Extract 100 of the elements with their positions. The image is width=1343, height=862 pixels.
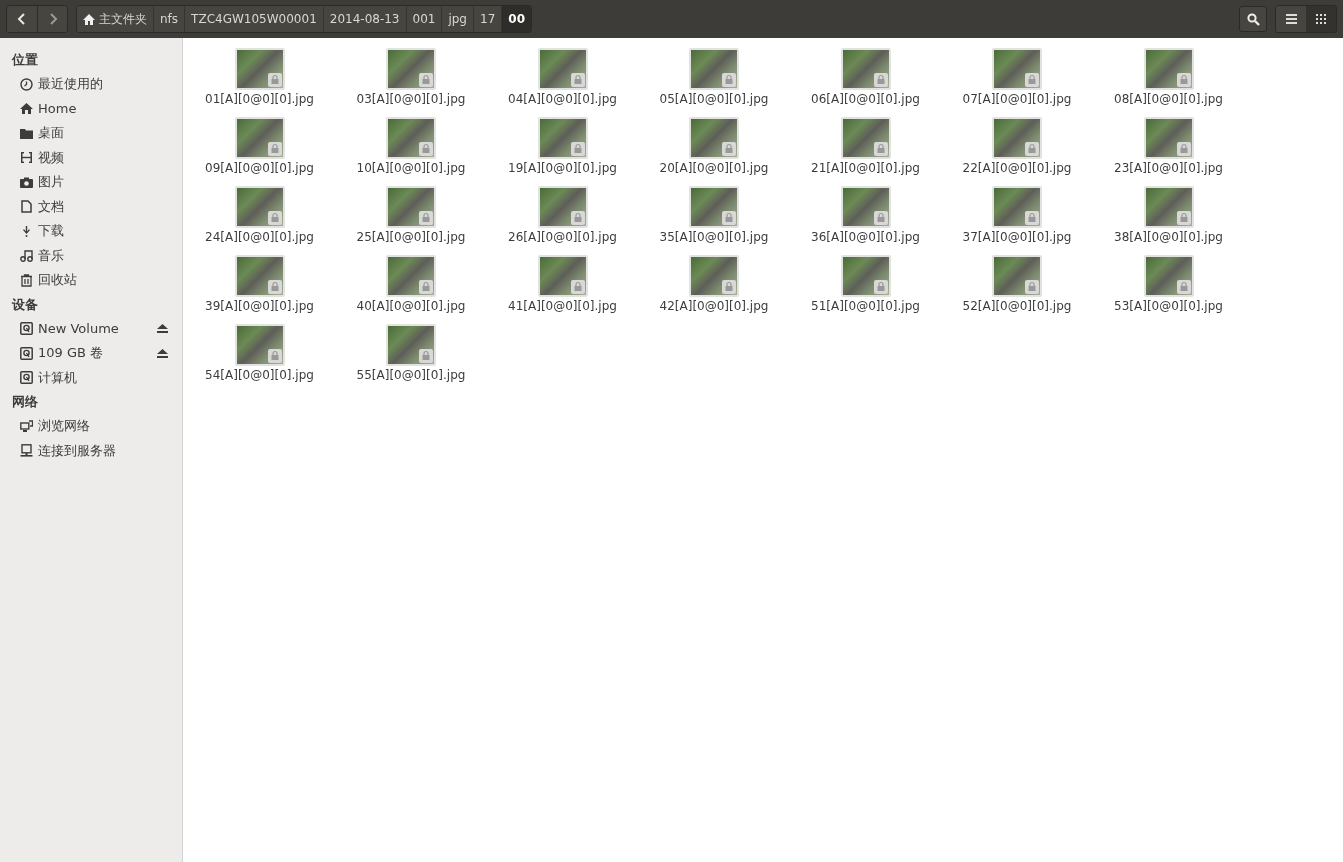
download-icon — [20, 224, 33, 238]
file-name: 25[A][0@0][0].jpg — [356, 230, 466, 244]
file-name: 04[A][0@0][0].jpg — [508, 92, 617, 106]
back-button[interactable] — [7, 6, 37, 32]
search-icon — [1246, 12, 1260, 26]
grid-view-button[interactable] — [1306, 6, 1336, 32]
sidebar-item[interactable]: 109 GB 卷 — [0, 341, 182, 366]
file-item[interactable]: 52[A][0@0][0].jpg — [954, 255, 1080, 324]
file-name: 07[A][0@0][0].jpg — [962, 92, 1072, 106]
sidebar-item-label: 文档 — [38, 197, 65, 216]
grid-icon — [1316, 14, 1326, 24]
sidebar-item[interactable]: 视频 — [0, 145, 182, 170]
file-name: 40[A][0@0][0].jpg — [356, 299, 466, 313]
sidebar-item[interactable]: New Volume — [0, 316, 182, 341]
file-item[interactable]: 25[A][0@0][0].jpg — [348, 186, 474, 255]
file-name: 06[A][0@0][0].jpg — [811, 92, 920, 106]
sidebar-item-label: 最近使用的 — [38, 75, 104, 94]
sidebar-item[interactable]: 文档 — [0, 194, 182, 219]
music-icon — [20, 249, 33, 263]
forward-button[interactable] — [37, 6, 67, 32]
camera-icon — [20, 175, 33, 189]
file-name: 52[A][0@0][0].jpg — [962, 299, 1072, 313]
search-button[interactable] — [1239, 6, 1267, 32]
sidebar-item-label: 视频 — [38, 148, 65, 167]
file-name: 19[A][0@0][0].jpg — [508, 161, 617, 175]
file-item[interactable]: 19[A][0@0][0].jpg — [500, 117, 625, 186]
file-item[interactable]: 54[A][0@0][0].jpg — [197, 324, 322, 393]
file-item[interactable]: 51[A][0@0][0].jpg — [803, 255, 928, 324]
section-heading: 网络 — [11, 393, 39, 411]
sidebar-item-label: 浏览网络 — [38, 417, 91, 436]
sidebar-item[interactable]: 回收站 — [0, 268, 182, 293]
file-name: 41[A][0@0][0].jpg — [508, 299, 617, 313]
file-item[interactable]: 10[A][0@0][0].jpg — [348, 117, 474, 186]
eject-icon[interactable] — [157, 348, 168, 358]
file-name: 39[A][0@0][0].jpg — [205, 299, 314, 313]
file-name: 54[A][0@0][0].jpg — [205, 368, 314, 382]
file-item[interactable]: 35[A][0@0][0].jpg — [651, 186, 777, 255]
sidebar-item[interactable]: 浏览网络 — [0, 414, 182, 439]
file-item[interactable]: 03[A][0@0][0].jpg — [348, 48, 474, 117]
clock-icon — [20, 77, 33, 91]
file-item[interactable]: 22[A][0@0][0].jpg — [954, 117, 1080, 186]
monitor-icon — [20, 444, 33, 458]
sidebar-item-label: 音乐 — [38, 246, 65, 265]
sidebar-item-label: 109 GB 卷 — [38, 344, 105, 363]
file-item[interactable]: 55[A][0@0][0].jpg — [348, 324, 474, 393]
file-name: 53[A][0@0][0].jpg — [1114, 299, 1223, 313]
folder-icon — [20, 126, 33, 140]
file-item[interactable]: 40[A][0@0][0].jpg — [348, 255, 474, 324]
file-name: 51[A][0@0][0].jpg — [811, 299, 920, 313]
breadcrumb-button[interactable]: 00 — [501, 6, 531, 32]
sidebar-item-label: Home — [38, 101, 78, 117]
file-item[interactable]: 06[A][0@0][0].jpg — [803, 48, 928, 117]
sidebar-item[interactable]: Home — [0, 96, 182, 121]
file-item[interactable]: 01[A][0@0][0].jpg — [197, 48, 322, 117]
file-item[interactable]: 39[A][0@0][0].jpg — [197, 255, 322, 324]
file-item[interactable]: 38[A][0@0][0].jpg — [1106, 186, 1231, 255]
sidebar-item-label: 计算机 — [38, 368, 78, 387]
file-name: 10[A][0@0][0].jpg — [356, 161, 466, 175]
sidebar-item-label: 连接到服务器 — [38, 441, 117, 460]
file-item[interactable]: 07[A][0@0][0].jpg — [954, 48, 1080, 117]
file-name: 38[A][0@0][0].jpg — [1114, 230, 1223, 244]
file-item[interactable]: 09[A][0@0][0].jpg — [197, 117, 322, 186]
file-item[interactable]: 20[A][0@0][0].jpg — [651, 117, 777, 186]
file-name: 23[A][0@0][0].jpg — [1114, 161, 1223, 175]
file-name: 36[A][0@0][0].jpg — [811, 230, 920, 244]
sidebar-item[interactable]: 音乐 — [0, 243, 182, 268]
eject-icon[interactable] — [157, 324, 168, 334]
file-item[interactable]: 53[A][0@0][0].jpg — [1106, 255, 1231, 324]
file-name: 09[A][0@0][0].jpg — [205, 161, 314, 175]
sidebar-item-label: 图片 — [38, 173, 65, 192]
list-view-button[interactable] — [1276, 6, 1306, 32]
home-icon — [83, 13, 95, 25]
file-item[interactable]: 41[A][0@0][0].jpg — [500, 255, 625, 324]
sidebar-item[interactable]: 最近使用的 — [0, 72, 182, 97]
sidebar-item[interactable]: 连接到服务器 — [0, 438, 182, 463]
file-item[interactable]: 04[A][0@0][0].jpg — [500, 48, 625, 117]
file-item[interactable]: 21[A][0@0][0].jpg — [803, 117, 928, 186]
sidebar-item[interactable]: 计算机 — [0, 365, 182, 390]
file-name: 01[A][0@0][0].jpg — [205, 92, 314, 106]
file-item[interactable]: 24[A][0@0][0].jpg — [197, 186, 322, 255]
file-name: 35[A][0@0][0].jpg — [659, 230, 769, 244]
film-icon — [20, 151, 33, 165]
home-icon — [20, 102, 33, 116]
drive-icon — [20, 371, 33, 385]
file-name: 03[A][0@0][0].jpg — [356, 92, 466, 106]
file-item[interactable]: 26[A][0@0][0].jpg — [500, 186, 625, 255]
file-item[interactable]: 42[A][0@0][0].jpg — [651, 255, 777, 324]
sidebar-item[interactable]: 桌面 — [0, 121, 182, 146]
file-item[interactable]: 23[A][0@0][0].jpg — [1106, 117, 1231, 186]
sidebar-item[interactable]: 图片 — [0, 170, 182, 195]
network-icon — [20, 419, 33, 433]
file-item[interactable]: 05[A][0@0][0].jpg — [651, 48, 777, 117]
file-item[interactable]: 37[A][0@0][0].jpg — [954, 186, 1080, 255]
section-heading: 位置 — [10, 51, 39, 69]
sidebar-item-label: 回收站 — [38, 271, 78, 290]
file-item[interactable]: 08[A][0@0][0].jpg — [1106, 48, 1231, 117]
file-item[interactable]: 36[A][0@0][0].jpg — [803, 186, 928, 255]
sidebar-item-label: New Volume — [38, 321, 120, 337]
sidebar-item-label: 下载 — [38, 222, 65, 241]
sidebar-item[interactable]: 下载 — [0, 219, 182, 244]
